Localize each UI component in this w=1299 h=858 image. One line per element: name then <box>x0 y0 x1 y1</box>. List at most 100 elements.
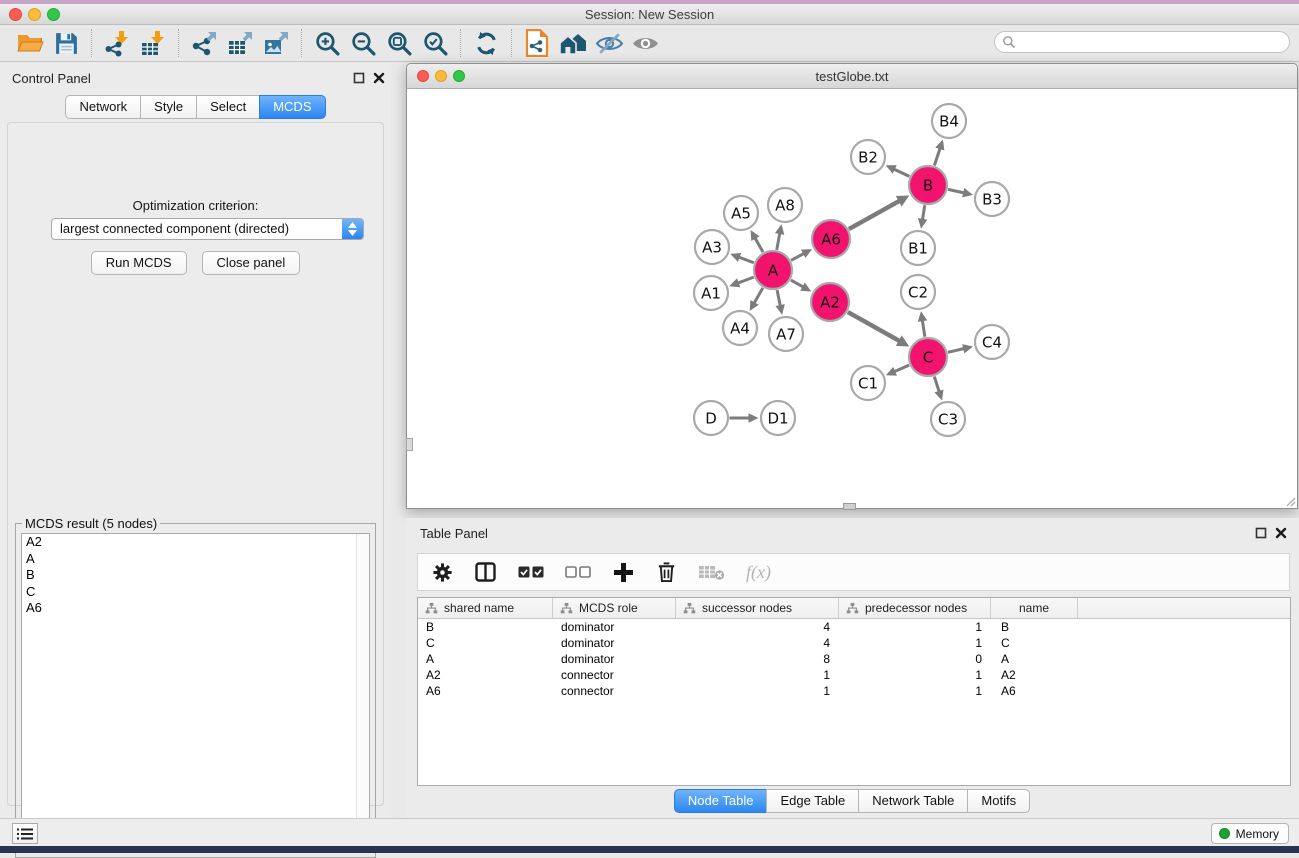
column-settings-button[interactable] <box>432 562 453 583</box>
hide-selected-button[interactable] <box>591 28 627 58</box>
run-mcds-button[interactable]: Run MCDS <box>91 251 187 275</box>
graph-edge-A-A6[interactable] <box>791 249 812 260</box>
column-header-MCDS-role[interactable]: MCDS role <box>553 598 676 618</box>
import-network-button[interactable] <box>99 28 135 58</box>
graph-edge-D-D1[interactable] <box>730 413 759 423</box>
close-panel-button[interactable]: Close panel <box>202 251 301 275</box>
close-panel-icon[interactable] <box>373 72 385 84</box>
memory-button[interactable]: Memory <box>1211 823 1289 844</box>
graph-node-A6[interactable]: A6 <box>812 220 850 258</box>
tab-select[interactable]: Select <box>196 95 260 119</box>
table-row[interactable]: A2connector11A2 <box>418 667 1290 683</box>
save-session-button[interactable] <box>48 28 84 58</box>
list-item[interactable]: A <box>22 551 369 568</box>
tab-node-table[interactable]: Node Table <box>674 789 768 813</box>
splitter-grip[interactable] <box>843 503 856 510</box>
main-titlebar[interactable]: Session: New Session <box>0 4 1299 25</box>
graph-edge-C-C4[interactable] <box>948 344 973 353</box>
new-network-from-selection-button[interactable] <box>519 28 555 58</box>
graph-edge-B-B1[interactable] <box>918 205 927 228</box>
resize-grip-icon[interactable] <box>1284 495 1296 507</box>
node-table[interactable]: shared nameMCDS rolesuccessor nodesprede… <box>417 597 1291 786</box>
window-left-grip[interactable] <box>406 438 413 451</box>
graph-node-A1[interactable]: A1 <box>694 276 728 310</box>
close-panel-icon[interactable] <box>1275 527 1287 539</box>
list-item[interactable]: A6 <box>22 600 369 617</box>
split-panel-button[interactable] <box>474 561 497 583</box>
import-table-button[interactable] <box>135 28 171 58</box>
table-cell[interactable]: A6 <box>991 683 1078 699</box>
tab-mcds[interactable]: MCDS <box>259 95 325 119</box>
graph-edge-A-A1[interactable] <box>729 277 753 287</box>
table-cell[interactable]: B <box>991 619 1078 635</box>
graph-edge-A2-C[interactable] <box>848 312 909 346</box>
add-column-button[interactable] <box>612 561 635 584</box>
graph-node-A7[interactable]: A7 <box>769 317 803 351</box>
optimization-criterion-select[interactable]: largest connected component (directed) <box>51 218 364 240</box>
table-row[interactable]: Cdominator41C <box>418 635 1290 651</box>
mcds-result-list[interactable]: A2ABCA6 <box>21 533 370 852</box>
table-row[interactable]: Bdominator41B <box>418 619 1290 635</box>
graph-node-B4[interactable]: B4 <box>932 104 966 138</box>
table-row[interactable]: A6connector11A6 <box>418 683 1290 699</box>
graph-node-B3[interactable]: B3 <box>975 182 1009 216</box>
graph-node-A8[interactable]: A8 <box>768 188 802 222</box>
function-builder-button[interactable]: f(x) <box>746 562 771 583</box>
task-history-button[interactable] <box>12 823 38 844</box>
table-cell[interactable]: connector <box>553 683 676 699</box>
network-window-titlebar[interactable]: testGlobe.txt <box>407 64 1297 89</box>
graph-node-C4[interactable]: C4 <box>975 325 1009 359</box>
column-header-successor-nodes[interactable]: successor nodes <box>676 598 839 618</box>
tab-edge-table[interactable]: Edge Table <box>766 789 859 813</box>
column-header-predecessor-nodes[interactable]: predecessor nodes <box>839 598 991 618</box>
zoom-fit-button[interactable] <box>381 28 417 58</box>
graph-node-D[interactable]: D <box>694 401 728 435</box>
graph-node-A2[interactable]: A2 <box>811 283 849 321</box>
graph-node-B[interactable]: B <box>909 166 947 204</box>
graph-node-C1[interactable]: C1 <box>851 366 885 400</box>
table-cell[interactable]: 1 <box>839 683 991 699</box>
graph-edge-A-A8[interactable] <box>775 224 784 250</box>
tab-network[interactable]: Network <box>65 95 141 119</box>
column-header-shared-name[interactable]: shared name <box>418 598 553 618</box>
table-cell[interactable]: 1 <box>839 667 991 683</box>
tab-motifs[interactable]: Motifs <box>967 789 1030 813</box>
show-all-button[interactable] <box>627 28 663 58</box>
list-item[interactable]: B <box>22 567 369 584</box>
zoom-out-button[interactable] <box>345 28 381 58</box>
graph-node-D1[interactable]: D1 <box>761 401 795 435</box>
list-item[interactable]: C <box>22 584 369 601</box>
table-cell[interactable]: 1 <box>676 683 839 699</box>
export-table-button[interactable] <box>222 28 258 58</box>
graph-node-C[interactable]: C <box>909 338 947 376</box>
zoom-in-button[interactable] <box>309 28 345 58</box>
graph-edge-B-B4[interactable] <box>934 140 944 166</box>
list-scrollbar[interactable] <box>356 534 369 851</box>
table-cell[interactable]: 8 <box>676 651 839 667</box>
delete-table-button[interactable] <box>698 564 725 580</box>
network-view-window[interactable]: testGlobe.txt B4B2BB3B1A5A8A3A6AA1C2A2A4… <box>406 63 1298 509</box>
table-row[interactable]: Adominator80A <box>418 651 1290 667</box>
table-cell[interactable]: A <box>418 651 553 667</box>
list-item[interactable]: A2 <box>22 534 369 551</box>
search-field[interactable] <box>994 31 1290 53</box>
graph-node-B2[interactable]: B2 <box>851 140 885 174</box>
graph-edge-B-B3[interactable] <box>948 188 973 197</box>
graph-edge-C-C3[interactable] <box>934 377 943 401</box>
float-panel-icon[interactable] <box>1255 527 1267 539</box>
tab-network-table[interactable]: Network Table <box>858 789 968 813</box>
search-input[interactable] <box>1016 33 1289 51</box>
table-cell[interactable]: B <box>418 619 553 635</box>
graph-node-A4[interactable]: A4 <box>723 311 757 345</box>
table-cell[interactable]: A <box>991 651 1078 667</box>
export-network-button[interactable] <box>186 28 222 58</box>
table-cell[interactable]: 0 <box>839 651 991 667</box>
table-cell[interactable]: C <box>991 635 1078 651</box>
tab-style[interactable]: Style <box>140 95 197 119</box>
table-cell[interactable]: dominator <box>553 651 676 667</box>
first-neighbors-button[interactable] <box>555 28 591 58</box>
graph-node-C2[interactable]: C2 <box>901 275 935 309</box>
table-cell[interactable]: A6 <box>418 683 553 699</box>
delete-columns-button[interactable] <box>656 560 677 584</box>
table-cell[interactable]: 1 <box>839 619 991 635</box>
